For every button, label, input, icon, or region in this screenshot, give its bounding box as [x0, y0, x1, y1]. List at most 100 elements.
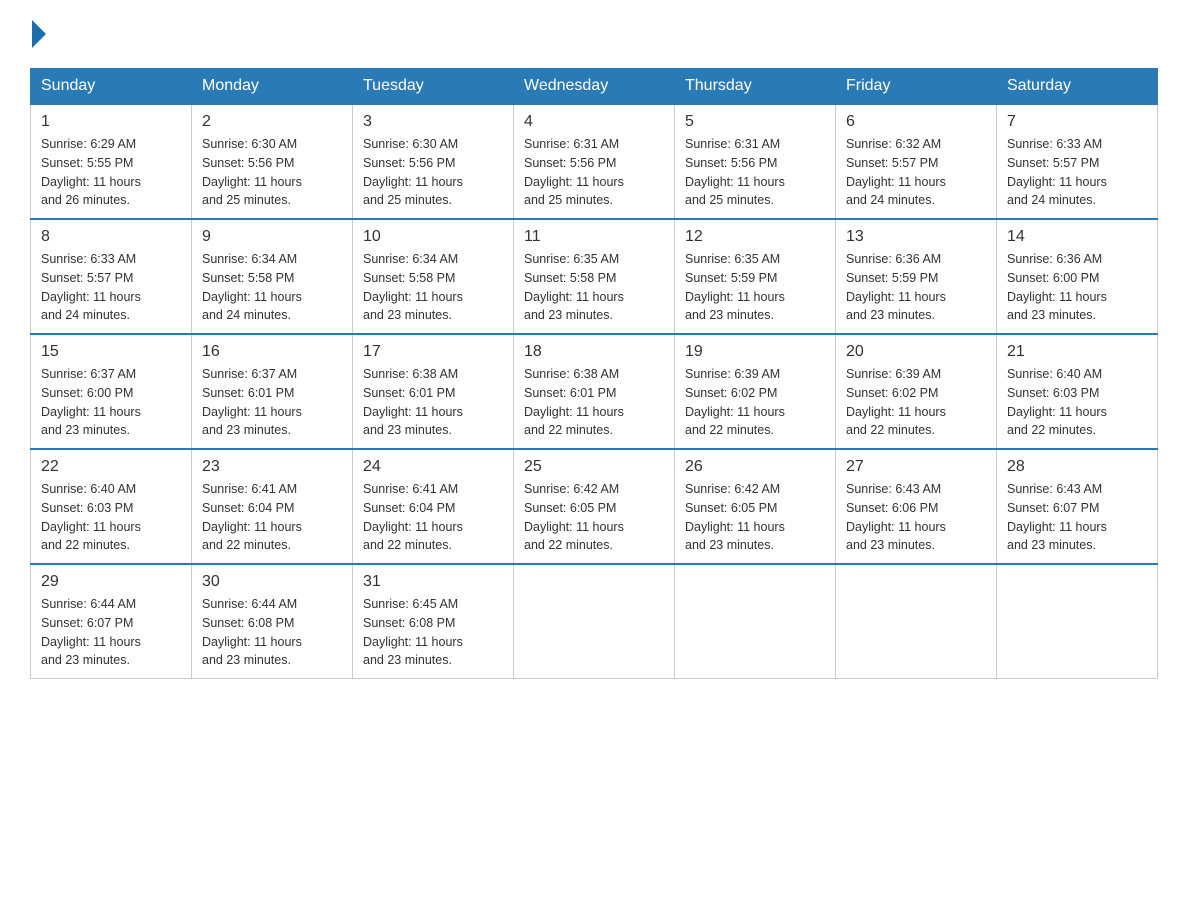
- calendar-week-5: 29Sunrise: 6:44 AMSunset: 6:07 PMDayligh…: [31, 564, 1158, 679]
- day-info: Sunrise: 6:44 AMSunset: 6:08 PMDaylight:…: [202, 595, 342, 670]
- calendar-cell: 26Sunrise: 6:42 AMSunset: 6:05 PMDayligh…: [675, 449, 836, 564]
- day-number: 25: [524, 458, 664, 476]
- day-number: 4: [524, 113, 664, 131]
- day-number: 17: [363, 343, 503, 361]
- header-friday: Friday: [836, 69, 997, 105]
- day-number: 21: [1007, 343, 1147, 361]
- day-number: 2: [202, 113, 342, 131]
- day-info: Sunrise: 6:45 AMSunset: 6:08 PMDaylight:…: [363, 595, 503, 670]
- calendar-cell: 25 Sunrise: 6:42 AMSunset: 6:05 PMDayligh…: [514, 449, 675, 564]
- calendar-cell: 13 Sunrise: 6:36 AMSunset: 5:59 PMDayligh…: [836, 219, 997, 334]
- calendar-cell: 31Sunrise: 6:45 AMSunset: 6:08 PMDayligh…: [353, 564, 514, 679]
- day-info: Sunrise: 6:30 AMSunset: 5:56 PMDaylight:…: [202, 135, 342, 210]
- calendar-cell: [675, 564, 836, 679]
- day-number: 9: [202, 228, 342, 246]
- calendar-cell: 20 Sunrise: 6:39 AMSunset: 6:02 PMDayligh…: [836, 334, 997, 449]
- day-number: 5: [685, 113, 825, 131]
- calendar-cell: 30 Sunrise: 6:44 AMSunset: 6:08 PMDayligh…: [192, 564, 353, 679]
- calendar-cell: 27 Sunrise: 6:43 AMSunset: 6:06 PMDayligh…: [836, 449, 997, 564]
- day-info: Sunrise: 6:33 AMSunset: 5:57 PMDaylight:…: [1007, 135, 1147, 210]
- day-number: 6: [846, 113, 986, 131]
- calendar-cell: 17 Sunrise: 6:38 AMSunset: 6:01 PMDayligh…: [353, 334, 514, 449]
- calendar-cell: [514, 564, 675, 679]
- day-number: 29: [41, 573, 181, 591]
- day-info: Sunrise: 6:35 AMSunset: 5:59 PMDaylight:…: [685, 250, 825, 325]
- day-number: 28: [1007, 458, 1147, 476]
- calendar-cell: 23 Sunrise: 6:41 AMSunset: 6:04 PMDayligh…: [192, 449, 353, 564]
- header-thursday: Thursday: [675, 69, 836, 105]
- day-number: 27: [846, 458, 986, 476]
- day-info: Sunrise: 6:39 AMSunset: 6:02 PMDaylight:…: [685, 365, 825, 440]
- day-info: Sunrise: 6:43 AMSunset: 6:06 PMDaylight:…: [846, 480, 986, 555]
- day-number: 20: [846, 343, 986, 361]
- calendar-cell: 21 Sunrise: 6:40 AMSunset: 6:03 PMDayligh…: [997, 334, 1158, 449]
- calendar-cell: 2 Sunrise: 6:30 AMSunset: 5:56 PMDaylight…: [192, 104, 353, 219]
- day-number: 8: [41, 228, 181, 246]
- day-info: Sunrise: 6:43 AMSunset: 6:07 PMDaylight:…: [1007, 480, 1147, 555]
- day-number: 23: [202, 458, 342, 476]
- day-number: 7: [1007, 113, 1147, 131]
- calendar-week-4: 22Sunrise: 6:40 AMSunset: 6:03 PMDayligh…: [31, 449, 1158, 564]
- header-saturday: Saturday: [997, 69, 1158, 105]
- day-number: 16: [202, 343, 342, 361]
- calendar-cell: 5 Sunrise: 6:31 AMSunset: 5:56 PMDaylight…: [675, 104, 836, 219]
- day-info: Sunrise: 6:40 AMSunset: 6:03 PMDaylight:…: [1007, 365, 1147, 440]
- header-wednesday: Wednesday: [514, 69, 675, 105]
- calendar-cell: 29Sunrise: 6:44 AMSunset: 6:07 PMDayligh…: [31, 564, 192, 679]
- calendar-week-1: 1Sunrise: 6:29 AMSunset: 5:55 PMDaylight…: [31, 104, 1158, 219]
- calendar-cell: 14 Sunrise: 6:36 AMSunset: 6:00 PMDayligh…: [997, 219, 1158, 334]
- day-info: Sunrise: 6:35 AMSunset: 5:58 PMDaylight:…: [524, 250, 664, 325]
- calendar-cell: 7 Sunrise: 6:33 AMSunset: 5:57 PMDaylight…: [997, 104, 1158, 219]
- day-info: Sunrise: 6:30 AMSunset: 5:56 PMDaylight:…: [363, 135, 503, 210]
- calendar-table: SundayMondayTuesdayWednesdayThursdayFrid…: [30, 68, 1158, 679]
- header-tuesday: Tuesday: [353, 69, 514, 105]
- day-info: Sunrise: 6:31 AMSunset: 5:56 PMDaylight:…: [685, 135, 825, 210]
- day-number: 11: [524, 228, 664, 246]
- day-number: 24: [363, 458, 503, 476]
- day-info: Sunrise: 6:38 AMSunset: 6:01 PMDaylight:…: [524, 365, 664, 440]
- day-info: Sunrise: 6:34 AMSunset: 5:58 PMDaylight:…: [363, 250, 503, 325]
- calendar-cell: 16 Sunrise: 6:37 AMSunset: 6:01 PMDayligh…: [192, 334, 353, 449]
- page-header: [30, 20, 1158, 48]
- header-monday: Monday: [192, 69, 353, 105]
- calendar-cell: 12 Sunrise: 6:35 AMSunset: 5:59 PMDayligh…: [675, 219, 836, 334]
- day-number: 26: [685, 458, 825, 476]
- day-info: Sunrise: 6:33 AMSunset: 5:57 PMDaylight:…: [41, 250, 181, 325]
- calendar-cell: 28 Sunrise: 6:43 AMSunset: 6:07 PMDayligh…: [997, 449, 1158, 564]
- calendar-cell: 11 Sunrise: 6:35 AMSunset: 5:58 PMDayligh…: [514, 219, 675, 334]
- calendar-cell: 9 Sunrise: 6:34 AMSunset: 5:58 PMDaylight…: [192, 219, 353, 334]
- header-sunday: Sunday: [31, 69, 192, 105]
- calendar-cell: [997, 564, 1158, 679]
- day-number: 30: [202, 573, 342, 591]
- logo-triangle-icon: [32, 20, 46, 48]
- calendar-cell: 15Sunrise: 6:37 AMSunset: 6:00 PMDayligh…: [31, 334, 192, 449]
- day-info: Sunrise: 6:41 AMSunset: 6:04 PMDaylight:…: [202, 480, 342, 555]
- day-info: Sunrise: 6:38 AMSunset: 6:01 PMDaylight:…: [363, 365, 503, 440]
- day-info: Sunrise: 6:42 AMSunset: 6:05 PMDaylight:…: [524, 480, 664, 555]
- day-number: 10: [363, 228, 503, 246]
- day-info: Sunrise: 6:36 AMSunset: 5:59 PMDaylight:…: [846, 250, 986, 325]
- calendar-cell: 10 Sunrise: 6:34 AMSunset: 5:58 PMDayligh…: [353, 219, 514, 334]
- calendar-cell: 24Sunrise: 6:41 AMSunset: 6:04 PMDayligh…: [353, 449, 514, 564]
- logo: [30, 20, 46, 48]
- day-info: Sunrise: 6:34 AMSunset: 5:58 PMDaylight:…: [202, 250, 342, 325]
- calendar-cell: 18 Sunrise: 6:38 AMSunset: 6:01 PMDayligh…: [514, 334, 675, 449]
- day-number: 13: [846, 228, 986, 246]
- calendar-cell: 8 Sunrise: 6:33 AMSunset: 5:57 PMDaylight…: [31, 219, 192, 334]
- day-info: Sunrise: 6:39 AMSunset: 6:02 PMDaylight:…: [846, 365, 986, 440]
- day-info: Sunrise: 6:36 AMSunset: 6:00 PMDaylight:…: [1007, 250, 1147, 325]
- calendar-week-2: 8 Sunrise: 6:33 AMSunset: 5:57 PMDaylight…: [31, 219, 1158, 334]
- calendar-cell: [836, 564, 997, 679]
- day-number: 19: [685, 343, 825, 361]
- day-number: 18: [524, 343, 664, 361]
- day-info: Sunrise: 6:37 AMSunset: 6:00 PMDaylight:…: [41, 365, 181, 440]
- day-info: Sunrise: 6:31 AMSunset: 5:56 PMDaylight:…: [524, 135, 664, 210]
- day-info: Sunrise: 6:37 AMSunset: 6:01 PMDaylight:…: [202, 365, 342, 440]
- calendar-cell: 3Sunrise: 6:30 AMSunset: 5:56 PMDaylight…: [353, 104, 514, 219]
- day-number: 12: [685, 228, 825, 246]
- calendar-cell: 1Sunrise: 6:29 AMSunset: 5:55 PMDaylight…: [31, 104, 192, 219]
- calendar-header-row: SundayMondayTuesdayWednesdayThursdayFrid…: [31, 69, 1158, 105]
- day-info: Sunrise: 6:40 AMSunset: 6:03 PMDaylight:…: [41, 480, 181, 555]
- calendar-cell: 6Sunrise: 6:32 AMSunset: 5:57 PMDaylight…: [836, 104, 997, 219]
- day-number: 14: [1007, 228, 1147, 246]
